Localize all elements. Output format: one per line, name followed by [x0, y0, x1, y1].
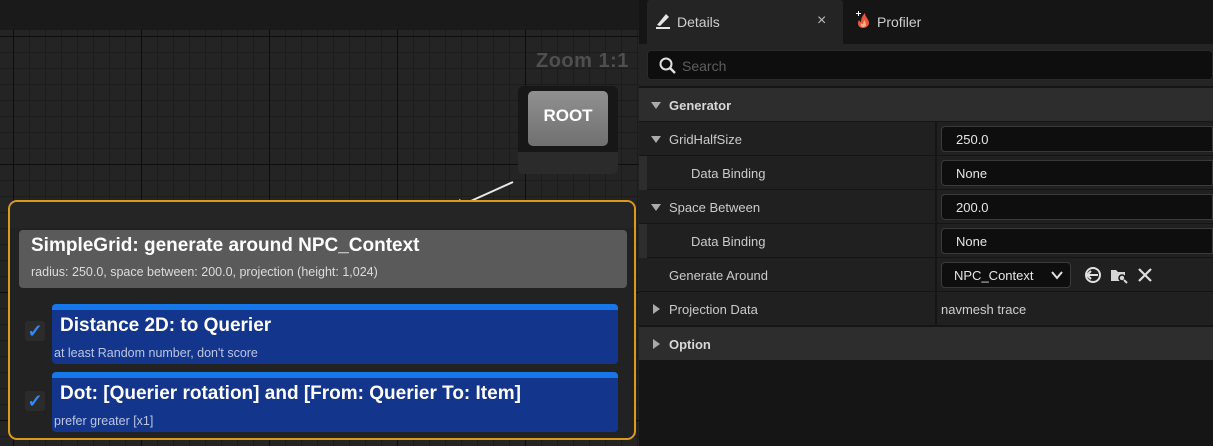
- pencil-icon: [656, 14, 670, 29]
- graph-canvas[interactable]: Zoom 1:1 ROOT SimpleGrid: generate aroun…: [0, 0, 639, 446]
- category-label: Option: [669, 337, 711, 352]
- search-input[interactable]: [682, 55, 1182, 77]
- indent-guide: [639, 156, 647, 190]
- zoom-label: Zoom 1:1: [536, 50, 629, 72]
- category-generator[interactable]: Generator: [639, 88, 1213, 122]
- generate-around-dropdown[interactable]: NPC_Context: [941, 262, 1071, 288]
- space-data-binding-field[interactable]: None: [941, 228, 1213, 254]
- test-enabled-checkbox[interactable]: ✓: [25, 321, 45, 341]
- property-label: Data Binding: [691, 166, 766, 181]
- generator-node-header[interactable]: SimpleGrid: generate around NPC_Context …: [19, 230, 627, 288]
- use-selected-icon[interactable]: [1083, 265, 1103, 285]
- chevron-down-icon: [1051, 271, 1063, 280]
- property-generate-around: Generate Around NPC_Context: [639, 258, 1213, 292]
- test-node-title: Dot: [Querier rotation] and [From: Queri…: [60, 383, 521, 404]
- root-node-label: ROOT: [528, 91, 608, 146]
- graph-toolbar: [0, 0, 639, 30]
- root-node-output-pin[interactable]: [518, 152, 618, 174]
- search-box[interactable]: [647, 50, 1213, 80]
- column-divider[interactable]: [935, 122, 937, 156]
- tab-details-label: Details: [677, 14, 720, 30]
- flame-icon: [856, 11, 869, 28]
- test-node-bar: [52, 372, 618, 378]
- generator-node-title: SimpleGrid: generate around NPC_Context: [31, 235, 420, 256]
- test-node-title: Distance 2D: to Querier: [60, 315, 272, 336]
- grid-half-size-field[interactable]: 250.0: [941, 126, 1213, 152]
- property-space-data-binding: Data Binding None: [639, 224, 1213, 258]
- column-divider[interactable]: [935, 258, 937, 292]
- expand-arrow-icon[interactable]: [653, 304, 660, 314]
- tab-profiler-label: Profiler: [877, 14, 922, 30]
- details-panel: Details × Profiler Search Generator Grid…: [639, 0, 1213, 446]
- test-node-dot[interactable]: Dot: [Querier rotation] and [From: Queri…: [52, 372, 618, 432]
- property-space-between: Space Between 200.0: [639, 190, 1213, 224]
- indent-guide: [639, 224, 647, 258]
- column-divider[interactable]: [935, 224, 937, 258]
- property-label: Data Binding: [691, 234, 766, 249]
- test-node-distance[interactable]: Distance 2D: to Querier at least Random …: [52, 304, 618, 364]
- grid-data-binding-field[interactable]: None: [941, 160, 1213, 186]
- root-node[interactable]: ROOT: [518, 86, 618, 174]
- tab-details[interactable]: Details ×: [647, 0, 843, 44]
- tab-bar: Details × Profiler: [639, 0, 1213, 44]
- space-between-field[interactable]: 200.0: [941, 194, 1213, 220]
- expand-arrow-icon[interactable]: [653, 339, 660, 349]
- column-divider[interactable]: [935, 292, 937, 326]
- editor-window: Zoom 1:1 ROOT SimpleGrid: generate aroun…: [0, 0, 1213, 446]
- expand-arrow-icon[interactable]: [651, 102, 661, 109]
- category-option[interactable]: Option: [639, 327, 1213, 361]
- close-icon[interactable]: ×: [817, 12, 826, 30]
- expand-arrow-icon[interactable]: [651, 136, 661, 143]
- generator-node-subtitle: radius: 250.0, space between: 200.0, pro…: [31, 265, 378, 279]
- browse-folder-icon[interactable]: [1109, 265, 1129, 285]
- property-label: Projection Data: [669, 302, 758, 317]
- expand-arrow-icon[interactable]: [651, 204, 661, 211]
- property-label: GridHalfSize: [669, 132, 742, 147]
- test-node-subtitle: prefer greater [x1]: [54, 414, 154, 428]
- property-grid-half-size: GridHalfSize 250.0: [639, 122, 1213, 156]
- test-node-bar: [52, 304, 618, 310]
- test-node-subtitle: at least Random number, don't score: [54, 346, 258, 360]
- property-label: Space Between: [669, 200, 761, 215]
- column-divider[interactable]: [935, 190, 937, 224]
- dropdown-value: NPC_Context: [954, 268, 1034, 283]
- category-label: Generator: [669, 98, 732, 113]
- generator-node[interactable]: SimpleGrid: generate around NPC_Context …: [8, 200, 636, 440]
- search-bar: [639, 44, 1213, 86]
- property-grid-data-binding: Data Binding None: [639, 156, 1213, 190]
- property-projection-data: Projection Data navmesh trace: [639, 292, 1213, 326]
- search-icon: [659, 57, 676, 74]
- generator-node-input-pin[interactable]: [10, 202, 634, 228]
- property-label: Generate Around: [669, 268, 769, 283]
- tab-profiler[interactable]: Profiler: [847, 0, 1007, 44]
- column-divider[interactable]: [935, 156, 937, 190]
- test-enabled-checkbox[interactable]: ✓: [25, 391, 45, 411]
- projection-data-value: navmesh trace: [941, 302, 1027, 317]
- clear-icon[interactable]: [1135, 265, 1155, 285]
